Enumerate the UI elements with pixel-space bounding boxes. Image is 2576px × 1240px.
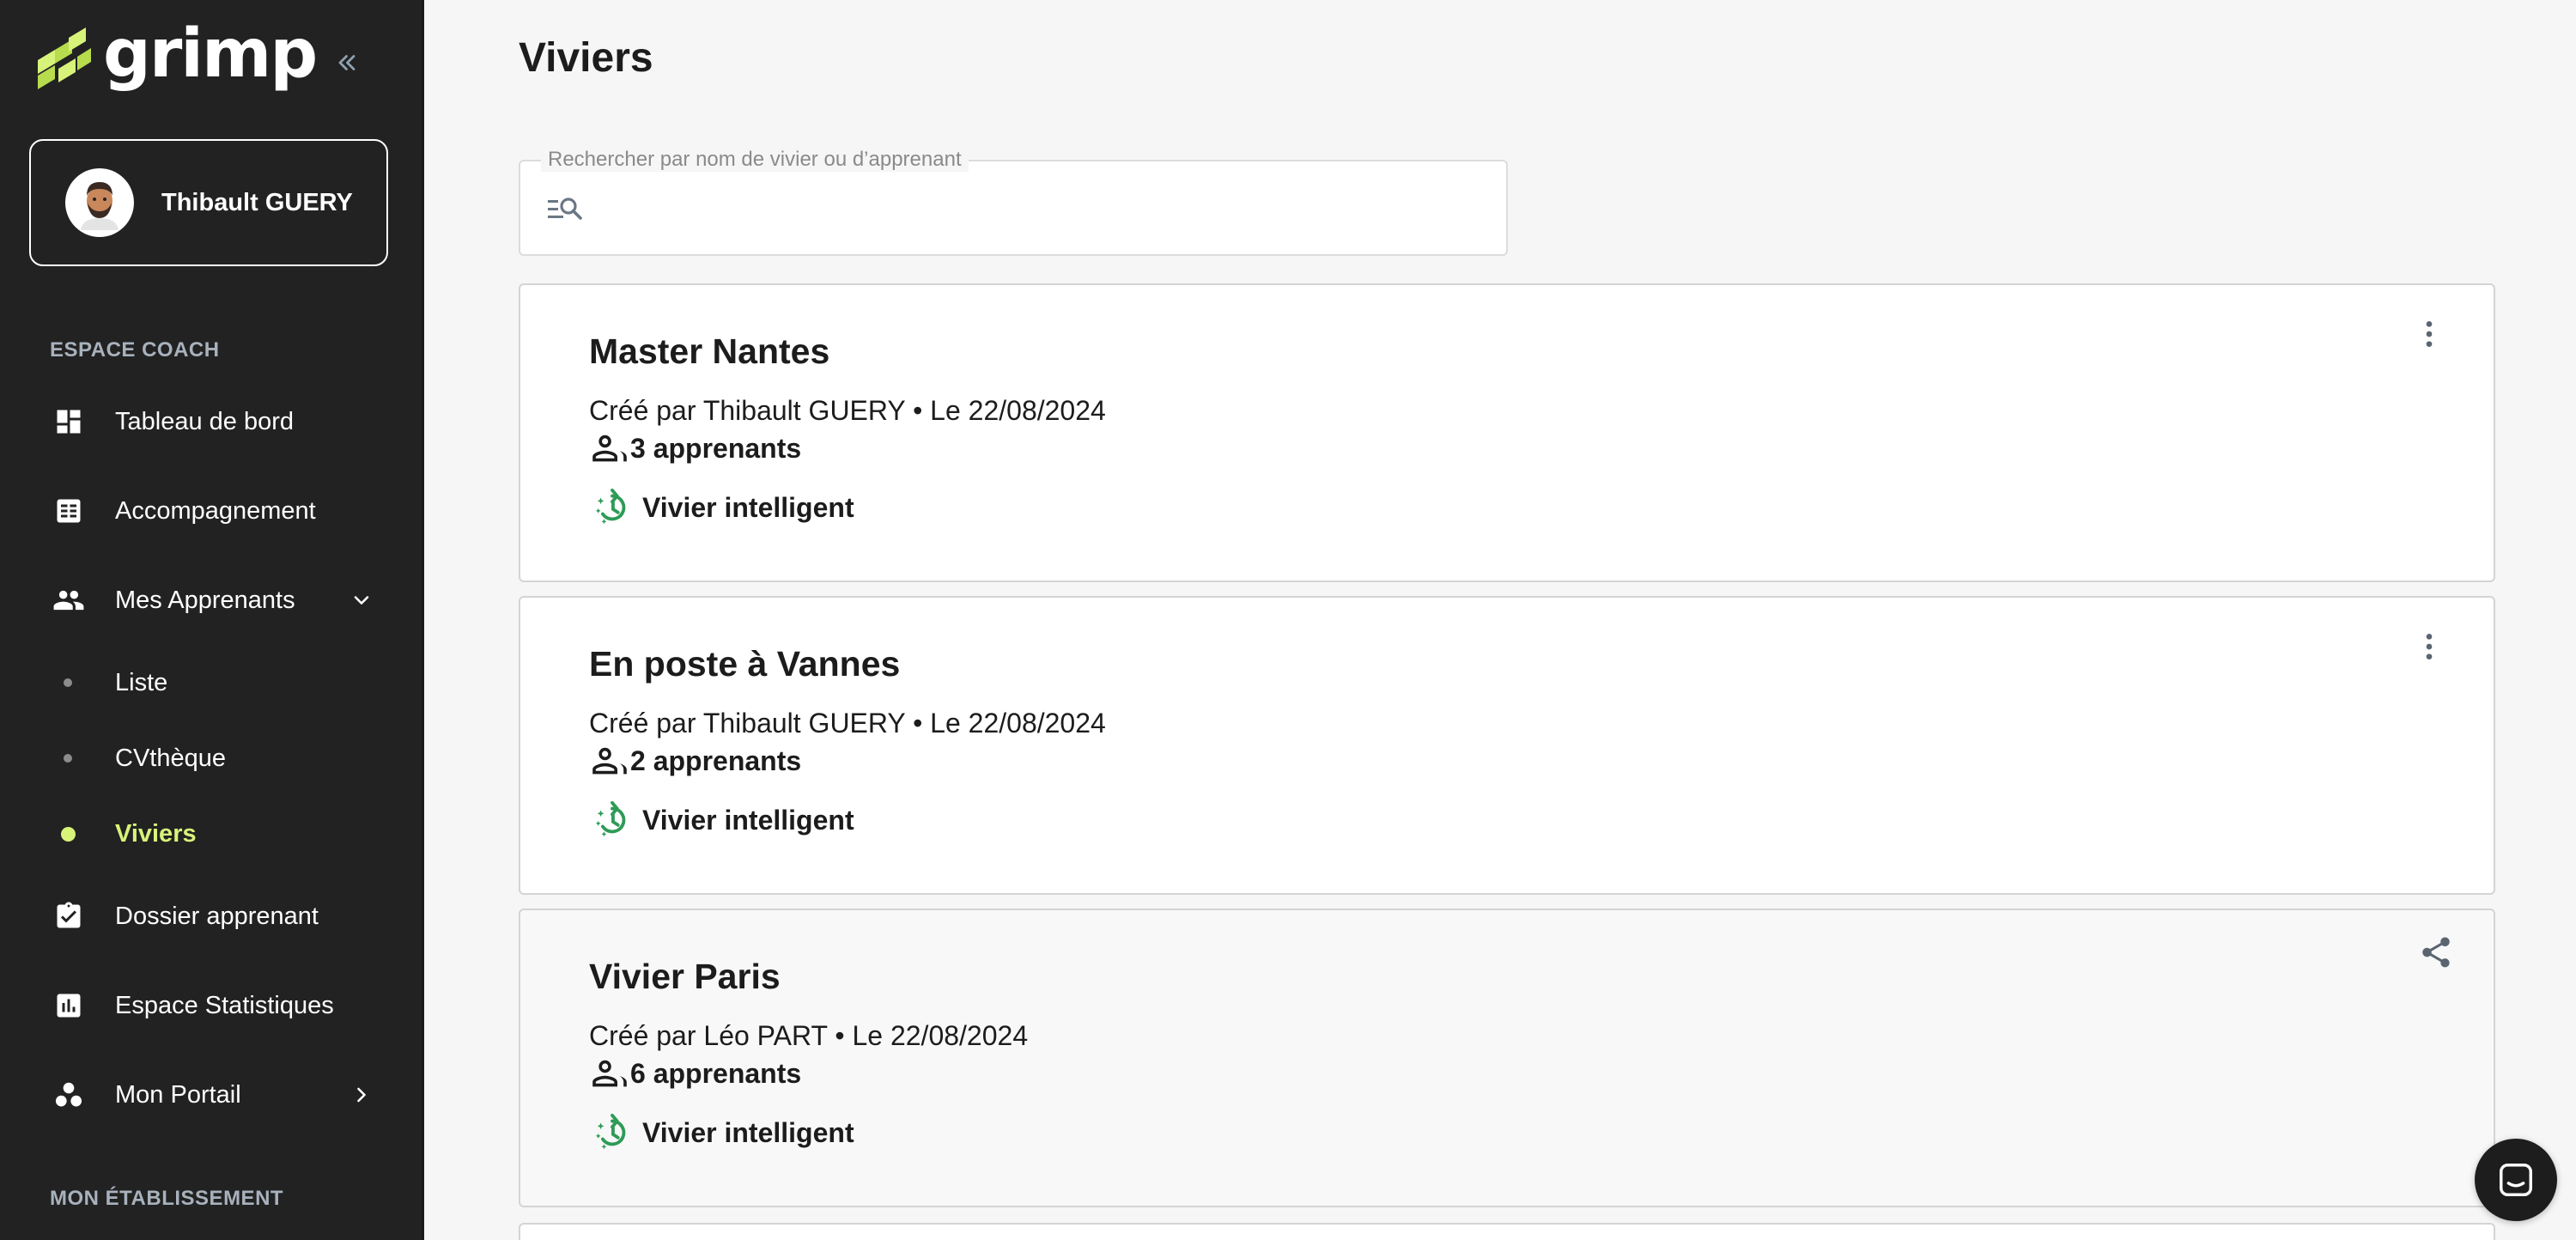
- learner-count-label: 6 apprenants: [630, 1058, 802, 1089]
- more-vert-icon: [2426, 321, 2433, 347]
- page-title: Viviers: [519, 35, 653, 81]
- sidebar-subitem-label: CVthèque: [115, 744, 226, 772]
- learner-count-label: 2 apprenants: [630, 745, 802, 776]
- smart-vivier-tag: Vivier intelligent: [592, 488, 854, 527]
- vivier-card[interactable]: [519, 1223, 2495, 1240]
- sidebar-item-dossier-apprenant[interactable]: Dossier apprenant: [0, 878, 424, 955]
- group-icon: [592, 435, 627, 461]
- vivier-learner-count: 2 apprenants: [591, 745, 801, 777]
- collapse-sidebar-button[interactable]: [330, 43, 364, 82]
- share-button[interactable]: [2415, 931, 2458, 974]
- vivier-title: Master Nantes: [589, 331, 830, 371]
- smart-vivier-label: Vivier intelligent: [642, 804, 854, 836]
- sidebar-subitem-label: Viviers: [115, 819, 197, 848]
- vivier-card[interactable]: Master Nantes Créé par Thibault GUERY • …: [519, 283, 2495, 582]
- group-icon: [592, 747, 627, 774]
- bullet-icon: [64, 754, 72, 763]
- vivier-title: En poste à Vannes: [589, 644, 901, 684]
- search-input[interactable]: [599, 182, 1492, 235]
- sidebar-subitem-viviers[interactable]: Viviers: [0, 804, 424, 864]
- vivier-meta: Créé par Thibault GUERY • Le 22/08/2024: [589, 708, 1106, 739]
- user-avatar-icon: [81, 182, 118, 230]
- sidebar-subitem-label: Liste: [115, 668, 168, 696]
- search-label: Rechercher par nom de vivier ou d’appren…: [541, 148, 969, 172]
- vivier-learner-count: 3 apprenants: [591, 433, 801, 465]
- sidebar-item-label: Accompagnement: [115, 496, 316, 525]
- vivier-card[interactable]: Vivier Paris Créé par Léo PART • Le 22/0…: [519, 909, 2495, 1207]
- logo-text: grimp: [103, 15, 318, 93]
- smart-vivier-label: Vivier intelligent: [642, 1116, 854, 1148]
- smart-vivier-tag: Vivier intelligent: [592, 800, 854, 840]
- people-icon: [52, 583, 86, 617]
- learner-count-label: 3 apprenants: [630, 433, 802, 464]
- vivier-learner-count: 6 apprenants: [591, 1058, 801, 1090]
- more-options-button[interactable]: [2408, 625, 2451, 668]
- sidebar-item-espace-statistiques[interactable]: Espace Statistiques: [0, 967, 424, 1044]
- vivier-meta: Créé par Thibault GUERY • Le 22/08/2024: [589, 395, 1106, 426]
- sidebar-item-label: Espace Statistiques: [115, 991, 334, 1019]
- grimp-logo-icon: [38, 27, 91, 89]
- vivier-card[interactable]: En poste à Vannes Créé par Thibault GUER…: [519, 596, 2495, 895]
- smart-refresh-icon: [595, 800, 626, 837]
- share-icon: [2422, 937, 2450, 968]
- more-options-button[interactable]: [2408, 313, 2451, 356]
- chevron-down-icon[interactable]: [347, 586, 376, 615]
- workspaces-icon: [52, 1078, 86, 1112]
- group-icon: [592, 1060, 627, 1086]
- stats-icon: [52, 988, 86, 1023]
- smart-refresh-icon: [595, 1113, 626, 1150]
- sidebar-item-mon-portail[interactable]: Mon Portail: [0, 1056, 424, 1134]
- sidebar-item-mes-apprenants[interactable]: Mes Apprenants: [0, 562, 424, 639]
- section-label-espace-coach: ESPACE COACH: [50, 338, 220, 362]
- sidebar-item-label: Mes Apprenants: [115, 586, 295, 614]
- user-name: Thibault GUERY: [161, 188, 353, 216]
- sidebar: grimp Thibault GUERY ESPACE COACH Tablea…: [0, 0, 424, 1240]
- sidebar-item-accompagnement[interactable]: Accompagnement: [0, 472, 424, 550]
- sidebar-item-label: Mon Portail: [115, 1080, 241, 1109]
- double-chevron-left-icon: [338, 55, 355, 70]
- bullet-icon: [64, 678, 72, 687]
- logo[interactable]: grimp: [34, 21, 318, 94]
- bullet-icon: [61, 826, 76, 842]
- chat-icon: [2500, 1164, 2532, 1196]
- chat-support-button[interactable]: [2475, 1139, 2557, 1221]
- section-label-mon-etablissement: MON ÉTABLISSEMENT: [50, 1187, 284, 1210]
- chevron-right-icon[interactable]: [347, 1080, 376, 1109]
- sidebar-item-label: Dossier apprenant: [115, 902, 319, 930]
- smart-vivier-label: Vivier intelligent: [642, 491, 854, 523]
- vivier-meta: Créé par Léo PART • Le 22/08/2024: [589, 1020, 1029, 1051]
- more-vert-icon: [2426, 634, 2433, 660]
- sidebar-item-label: Tableau de bord: [115, 407, 294, 435]
- search-field[interactable]: Rechercher par nom de vivier ou d’appren…: [519, 148, 1508, 256]
- user-profile-card[interactable]: Thibault GUERY: [29, 139, 388, 266]
- sidebar-subitem-cvtheque[interactable]: CVthèque: [0, 728, 424, 788]
- vivier-title: Vivier Paris: [589, 957, 781, 996]
- sidebar-item-tableau-de-bord[interactable]: Tableau de bord: [0, 383, 424, 460]
- sidebar-subitem-liste[interactable]: Liste: [0, 653, 424, 713]
- avatar: [65, 168, 134, 237]
- dashboard-icon: [52, 404, 86, 439]
- smart-refresh-icon: [595, 488, 626, 525]
- assignment-check-icon: [52, 899, 86, 933]
- list-alt-icon: [52, 494, 86, 528]
- smart-vivier-tag: Vivier intelligent: [592, 1113, 854, 1152]
- manage-search-icon: [548, 198, 582, 220]
